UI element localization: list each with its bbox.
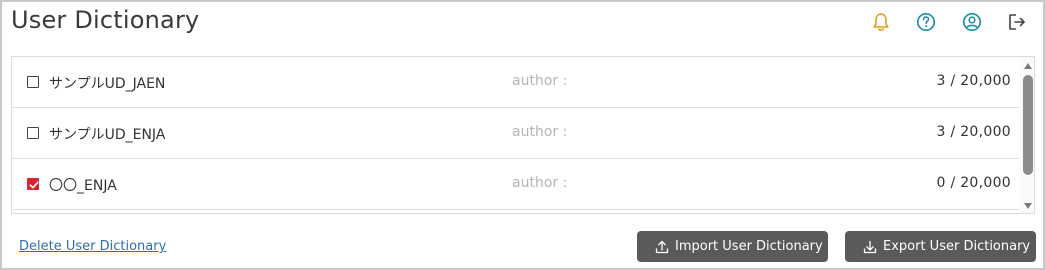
row-checkbox[interactable] [27,127,39,139]
logout-icon[interactable] [1006,11,1028,33]
dictionary-list: サンプルUD_JAEN author : 3 / 20,000 サンプルUD_E… [11,56,1035,214]
import-button[interactable]: Import User Dictionary [637,231,828,262]
scroll-up-icon[interactable] [1024,63,1032,69]
list-item[interactable]: サンプルUD_JAEN author : 3 / 20,000 [12,57,1019,108]
dictionary-name: サンプルUD_ENJA [49,127,166,143]
page-title: User Dictionary [11,6,200,34]
list-item[interactable]: 〇〇_ENJA author : 0 / 20,000 [12,159,1019,210]
user-account-icon[interactable] [961,11,983,33]
scrollbar-thumb[interactable] [1023,75,1033,175]
dictionary-name: 〇〇_ENJA [49,178,117,194]
row-checkbox-checked[interactable] [27,178,39,190]
checkmark-icon [29,181,39,189]
upload-icon [655,240,669,253]
author-label: author : [512,175,568,191]
scroll-down-icon[interactable] [1024,203,1032,209]
download-icon [863,240,877,253]
row-checkbox[interactable] [27,76,39,88]
entry-count: 3 / 20,000 [936,73,1011,89]
list-item[interactable]: サンプルUD_ENJA author : 3 / 20,000 [12,108,1019,159]
help-icon[interactable] [915,11,937,33]
delete-dictionary-link[interactable]: Delete User Dictionary [19,239,166,254]
import-button-label: Import User Dictionary [675,239,823,254]
author-label: author : [512,124,568,140]
entry-count: 0 / 20,000 [936,175,1011,191]
dictionary-name: サンプルUD_JAEN [49,76,166,92]
export-button[interactable]: Export User Dictionary [845,231,1036,262]
scrollbar[interactable] [1020,57,1034,213]
entry-count: 3 / 20,000 [936,124,1011,140]
author-label: author : [512,73,568,89]
export-button-label: Export User Dictionary [883,239,1031,254]
bell-icon[interactable] [870,11,892,33]
